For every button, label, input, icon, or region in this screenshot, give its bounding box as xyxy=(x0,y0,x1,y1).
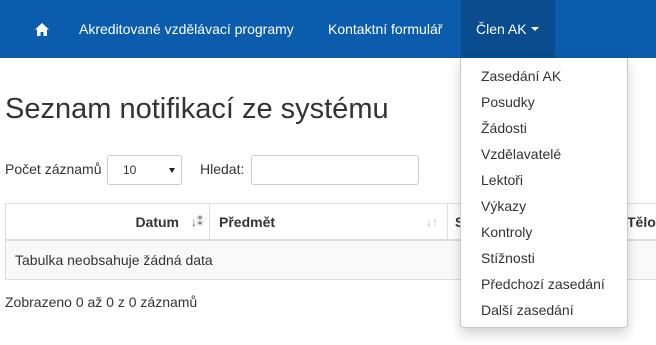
empty-table-message: Tabulka neobsahuje žádná data xyxy=(15,252,213,268)
column-header-predmet[interactable]: Předmět ↓↑ xyxy=(209,204,447,241)
menu-item-stiznosti[interactable]: Stížnosti xyxy=(461,245,627,271)
nav-member-label: Člen AK xyxy=(476,21,527,37)
menu-item-zadosti[interactable]: Žádosti xyxy=(461,115,627,141)
column-header-label: Předmět xyxy=(219,214,276,230)
page-length-label: Počet záznamů xyxy=(5,161,102,177)
nav-member-dropdown-toggle[interactable]: Člen AK xyxy=(461,0,555,58)
column-header-label: Datum xyxy=(135,214,179,230)
search-input[interactable] xyxy=(251,155,419,185)
menu-item-vzdelavatele[interactable]: Vzdělavatelé xyxy=(461,141,627,167)
caret-down-icon xyxy=(530,27,539,32)
search-label: Hledat: xyxy=(200,161,245,177)
menu-item-kontroly[interactable]: Kontroly xyxy=(461,219,627,245)
menu-item-vykazy[interactable]: Výkazy xyxy=(461,193,627,219)
sort-desc-icon: ↓⁑ xyxy=(191,215,203,229)
top-navbar: Akreditované vzdělávací programy Kontakt… xyxy=(0,0,656,58)
menu-item-zasedani-ak[interactable]: Zasedání AK xyxy=(461,63,627,89)
home-icon xyxy=(35,23,49,36)
nav-contact-form[interactable]: Kontaktní formulář xyxy=(328,0,442,58)
member-dropdown-menu: Zasedání AK Posudky Žádosti Vzdělavatelé… xyxy=(460,58,628,328)
table-info: Zobrazeno 0 až 0 z 0 záznamů xyxy=(5,294,198,310)
nav-home[interactable] xyxy=(28,0,58,58)
nav-accredited-programs[interactable]: Akreditované vzdělávací programy xyxy=(79,0,294,58)
menu-item-dalsi-zasedani[interactable]: Další zasedání xyxy=(461,297,627,323)
sort-icon: ↓↑ xyxy=(426,215,438,229)
page-length-value: 10 xyxy=(123,163,137,177)
menu-item-lektori[interactable]: Lektoři xyxy=(461,167,627,193)
chevron-down-icon xyxy=(169,168,175,173)
column-header-label: Tělo xyxy=(627,214,656,230)
menu-item-posudky[interactable]: Posudky xyxy=(461,89,627,115)
page-title: Seznam notifikací ze systému xyxy=(5,93,389,125)
page-length-select[interactable]: 10 xyxy=(107,155,182,185)
column-header-datum[interactable]: Datum ↓⁑ xyxy=(5,204,209,241)
menu-item-predchozi-zasedani[interactable]: Předchozí zasedání xyxy=(461,271,627,297)
